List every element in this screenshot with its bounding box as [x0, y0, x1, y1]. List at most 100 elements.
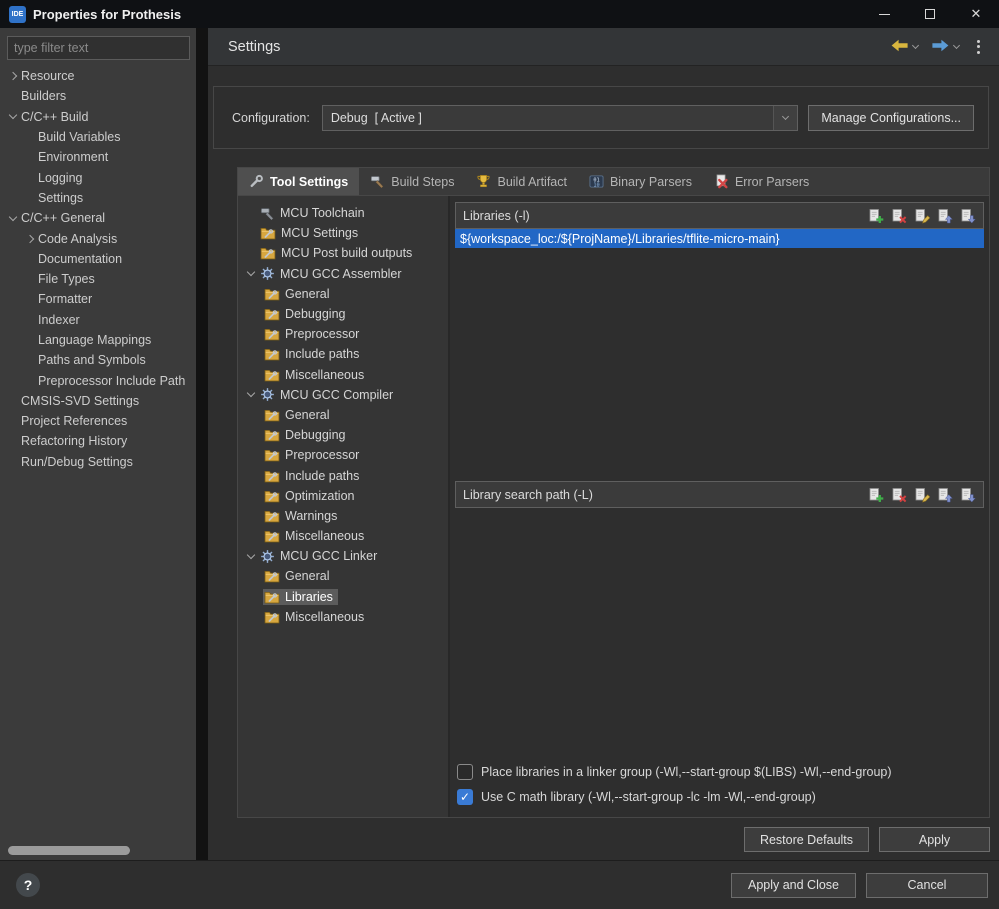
sidebar-item-resource[interactable]: Resource [0, 66, 196, 86]
tool-tree-item-label: MCU GCC Assembler [280, 266, 402, 281]
sidebar-item-file-types[interactable]: File Types [0, 269, 196, 289]
sidebar-item-label: Language Mappings [38, 333, 152, 347]
view-menu-button[interactable] [968, 39, 989, 54]
library-entry[interactable]: ${workspace_loc:/${ProjName}/Libraries/t… [455, 229, 984, 248]
sidebar-item-code-analysis[interactable]: Code Analysis [0, 228, 196, 248]
forward-button[interactable] [927, 36, 963, 58]
search-path-list[interactable] [455, 508, 984, 757]
sidebar-item-c-c-general[interactable]: C/C++ General [0, 208, 196, 228]
sidebar-item-documentation[interactable]: Documentation [0, 249, 196, 269]
tool-tree-item-general[interactable]: General [238, 566, 448, 586]
checkbox-unchecked-icon[interactable] [457, 763, 473, 780]
tool-tree-item-miscellaneous[interactable]: Miscellaneous [238, 365, 448, 385]
chevron-right-icon[interactable] [4, 71, 21, 81]
add-icon[interactable] [868, 487, 884, 503]
sidebar-sash[interactable] [196, 28, 208, 860]
tab-label: Build Artifact [497, 174, 567, 189]
scrollbar-thumb[interactable] [8, 845, 130, 855]
help-button[interactable]: ? [16, 873, 40, 897]
tool-settings-tree: MCU Toolchain MCU Settings MCU Post build … [238, 196, 450, 817]
maximize-button[interactable] [907, 0, 953, 28]
tool-tree-item-mcu-gcc-compiler[interactable]: MCU GCC Compiler [238, 385, 448, 405]
edit-icon[interactable] [914, 487, 930, 503]
tool-tree-item-mcu-settings[interactable]: MCU Settings [238, 223, 448, 243]
sidebar-item-settings[interactable]: Settings [0, 188, 196, 208]
configuration-select[interactable]: Debug [ Active ] [321, 104, 799, 131]
sidebar-item-run-debug-settings[interactable]: Run/Debug Settings [0, 452, 196, 472]
move-up-icon[interactable] [937, 487, 953, 503]
close-button[interactable]: ✕ [953, 0, 999, 28]
restore-defaults-button[interactable]: Restore Defaults [744, 827, 869, 852]
settings-tab-folder: Tool Settings Build Steps Build Artifact 01… [237, 167, 990, 818]
tool-tree-item-mcu-gcc-assembler[interactable]: MCU GCC Assembler [238, 264, 448, 284]
tool-tree-item-general[interactable]: General [238, 405, 448, 425]
tool-tree-item-preprocessor[interactable]: Preprocessor [238, 324, 448, 344]
chevron-down-icon[interactable] [242, 267, 259, 277]
delete-icon[interactable] [891, 208, 907, 224]
dialog-button-bar: ? Apply and Close Cancel [0, 860, 999, 909]
chevron-down-icon[interactable] [242, 389, 259, 398]
tool-tree-item-label: Warnings [285, 508, 338, 523]
sidebar-item-c-c-build[interactable]: C/C++ Build [0, 107, 196, 127]
forward-dropdown-icon[interactable] [952, 41, 961, 50]
apply-and-close-button[interactable]: Apply and Close [731, 872, 856, 898]
manage-configurations-button[interactable]: Manage Configurations... [808, 104, 974, 131]
chevron-down-icon[interactable] [242, 550, 259, 560]
sidebar-item-formatter[interactable]: Formatter [0, 289, 196, 309]
sidebar-item-environment[interactable]: Environment [0, 147, 196, 167]
sidebar-item-logging[interactable]: Logging [0, 167, 196, 187]
tab-build-steps[interactable]: Build Steps [359, 168, 465, 195]
tool-tree-item-mcu-gcc-linker[interactable]: MCU GCC Linker [238, 546, 448, 566]
tab-error-parsers[interactable]: Error Parsers [703, 168, 820, 195]
sidebar-item-builders[interactable]: Builders [0, 86, 196, 106]
move-down-icon[interactable] [960, 208, 976, 224]
tool-tree-item-general[interactable]: General [238, 284, 448, 304]
tab-tool-settings[interactable]: Tool Settings [238, 168, 360, 195]
tab-label: Error Parsers [734, 174, 810, 189]
chevron-down-icon[interactable] [773, 105, 798, 130]
chevron-down-icon[interactable] [4, 212, 21, 221]
back-button[interactable] [886, 36, 922, 58]
cancel-button[interactable]: Cancel [866, 872, 988, 898]
sidebar-item-build-variables[interactable]: Build Variables [0, 127, 196, 147]
add-icon[interactable] [868, 208, 884, 224]
chevron-right-icon[interactable] [21, 234, 38, 243]
tool-tree-item-miscellaneous[interactable]: Miscellaneous [238, 607, 448, 627]
sidebar-item-paths-and-symbols[interactable]: Paths and Symbols [0, 350, 196, 370]
back-dropdown-icon[interactable] [911, 41, 920, 50]
tool-tree-item-optimization[interactable]: Optimization [238, 486, 448, 506]
sidebar-item-language-mappings[interactable]: Language Mappings [0, 330, 196, 350]
edit-icon[interactable] [914, 208, 930, 224]
move-up-icon[interactable] [937, 208, 953, 224]
sidebar-hscrollbar[interactable] [0, 842, 196, 858]
tab-label: Binary Parsers [609, 174, 692, 189]
minimize-button[interactable] [861, 0, 907, 28]
tool-tree-item-mcu-toolchain[interactable]: MCU Toolchain [238, 203, 448, 223]
libraries-toolbar [868, 208, 976, 224]
filter-input[interactable] [7, 36, 190, 60]
sidebar-item-indexer[interactable]: Indexer [0, 310, 196, 330]
sidebar-item-refactoring-history[interactable]: Refactoring History [0, 431, 196, 451]
chevron-down-icon[interactable] [4, 110, 21, 120]
tool-tree-item-include-paths[interactable]: Include paths [238, 465, 448, 485]
delete-icon[interactable] [891, 487, 907, 503]
tool-tree-item-debugging[interactable]: Debugging [238, 425, 448, 445]
tab-build-artifact[interactable]: Build Artifact [465, 168, 577, 195]
tool-tree-item-libraries[interactable]: Libraries [238, 587, 448, 607]
folder-icon [264, 590, 280, 604]
sidebar-item-project-references[interactable]: Project References [0, 411, 196, 431]
sidebar-item-preprocessor-include-path[interactable]: Preprocessor Include Path [0, 370, 196, 390]
tab-binary-parsers[interactable]: 01 10 Binary Parsers [578, 168, 703, 195]
tool-tree-item-warnings[interactable]: Warnings [238, 506, 448, 526]
move-down-icon[interactable] [960, 487, 976, 503]
tool-tree-item-include-paths[interactable]: Include paths [238, 344, 448, 364]
tool-tree-item-preprocessor[interactable]: Preprocessor [238, 445, 448, 465]
sidebar-item-cmsis-svd-settings[interactable]: CMSIS-SVD Settings [0, 391, 196, 411]
apply-button[interactable]: Apply [879, 827, 990, 852]
tool-tree-item-miscellaneous[interactable]: Miscellaneous [238, 526, 448, 546]
libraries-list[interactable]: ${workspace_loc:/${ProjName}/Libraries/t… [455, 229, 984, 481]
tool-tree-item-mcu-post-build-outputs[interactable]: MCU Post build outputs [238, 243, 448, 263]
checkbox-checked-icon[interactable]: ✓ [457, 788, 473, 805]
window-title: Properties for Prothesis [33, 6, 182, 22]
tool-tree-item-debugging[interactable]: Debugging [238, 304, 448, 324]
